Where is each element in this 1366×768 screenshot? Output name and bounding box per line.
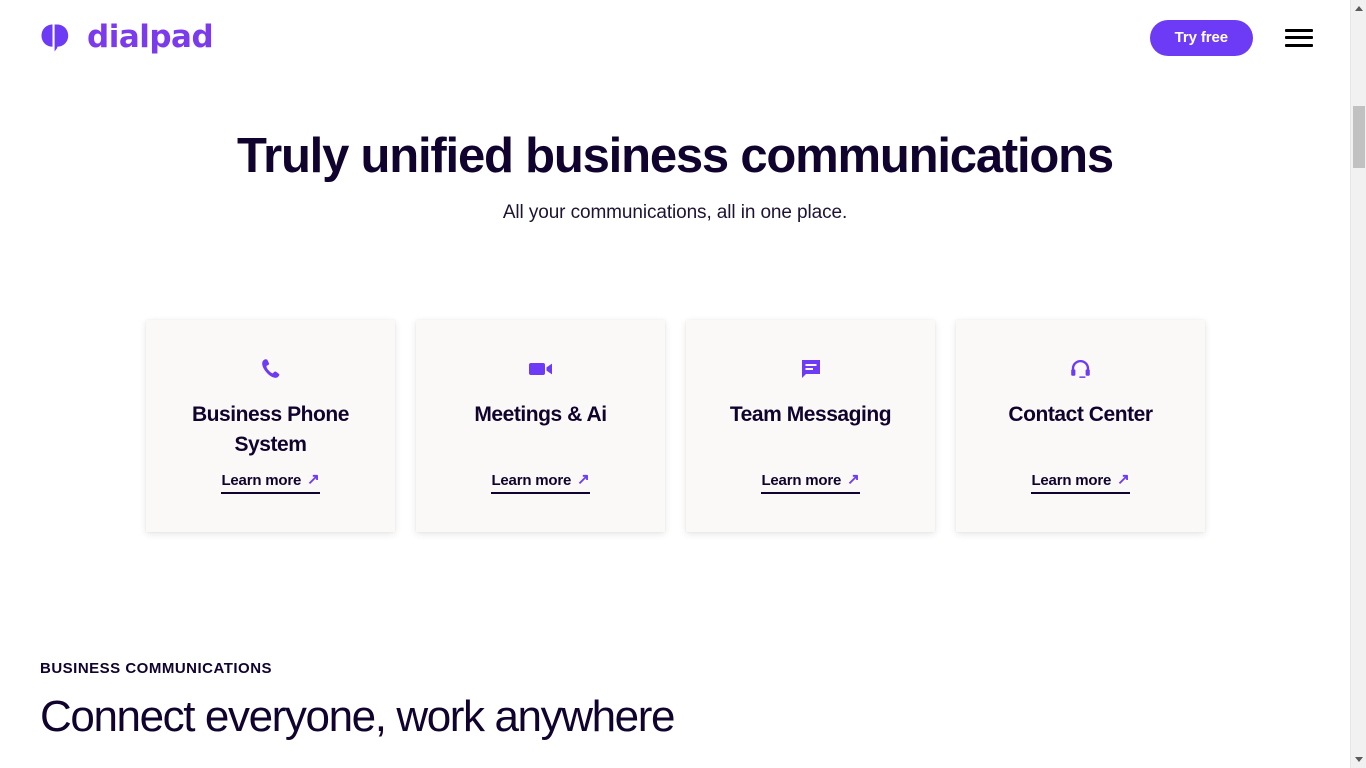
arrow-up-right-icon: ↗ — [1117, 471, 1130, 488]
dialpad-logo-text: dialpad — [87, 19, 214, 55]
learn-more-label: Learn more — [761, 472, 842, 489]
arrow-up-right-icon: ↗ — [577, 471, 590, 488]
learn-more-link[interactable]: Learn more ↗ — [221, 471, 320, 494]
card-title: Team Messaging — [729, 403, 892, 426]
page-viewport: dialpad Try free Truly unified business … — [0, 0, 1350, 768]
learn-more-label: Learn more — [491, 472, 572, 489]
arrow-up-right-icon: ↗ — [847, 471, 860, 488]
scrollbar-thumb[interactable] — [1353, 106, 1365, 168]
feature-card-meetings-and-ai[interactable]: Meetings & Ai Learn more ↗ — [416, 320, 665, 532]
card-title: Business Phone System — [191, 403, 350, 456]
learn-more-label: Learn more — [221, 472, 302, 489]
learn-more-link[interactable]: Learn more ↗ — [761, 471, 860, 494]
header-actions: Try free — [1149, 19, 1313, 56]
learn-more-link[interactable]: Learn more ↗ — [1031, 471, 1130, 494]
learn-more-label: Learn more — [1031, 472, 1112, 489]
headset-icon — [1069, 354, 1092, 384]
feature-card-contact-center[interactable]: Contact Center Learn more ↗ — [956, 320, 1205, 532]
scroll-down-arrow-icon[interactable] — [1351, 751, 1366, 768]
hero-subtitle: All your communications, all in one plac… — [502, 201, 848, 223]
hamburger-bar-1 — [1285, 28, 1313, 32]
card-title: Meetings & Ai — [474, 403, 607, 426]
try-free-button[interactable]: Try free — [1149, 19, 1253, 56]
hamburger-bar-3 — [1285, 43, 1313, 47]
arrow-up-right-icon: ↗ — [307, 471, 320, 488]
hero-title: Truly unified business communications — [237, 129, 1114, 183]
scroll-up-arrow-icon[interactable] — [1351, 0, 1366, 17]
card-title: Contact Center — [1008, 403, 1153, 426]
hamburger-bar-2 — [1285, 36, 1313, 39]
learn-more-link[interactable]: Learn more ↗ — [491, 471, 590, 494]
dialpad-logo-mark-icon — [40, 24, 78, 52]
section-eyebrow: BUSINESS COMMUNICATIONS — [40, 660, 273, 677]
dialpad-logo[interactable]: dialpad — [40, 19, 214, 55]
phone-icon — [259, 354, 283, 384]
hero-section: Truly unified business communications Al… — [0, 129, 1350, 224]
section-title: Connect everyone, work anywhere — [40, 692, 675, 741]
feature-card-team-messaging[interactable]: Team Messaging Learn more ↗ — [686, 320, 935, 532]
chat-bubble-icon — [800, 354, 822, 384]
page-scrollbar[interactable] — [1350, 0, 1366, 768]
video-camera-icon — [528, 354, 554, 384]
feature-card-row: Business Phone System Learn more ↗ Meeti… — [146, 320, 1205, 532]
hamburger-menu-icon[interactable] — [1285, 27, 1313, 49]
site-header: dialpad Try free — [0, 0, 1350, 75]
business-communications-section: BUSINESS COMMUNICATIONS Connect everyone… — [40, 660, 1140, 741]
feature-card-business-phone-system[interactable]: Business Phone System Learn more ↗ — [146, 320, 395, 532]
